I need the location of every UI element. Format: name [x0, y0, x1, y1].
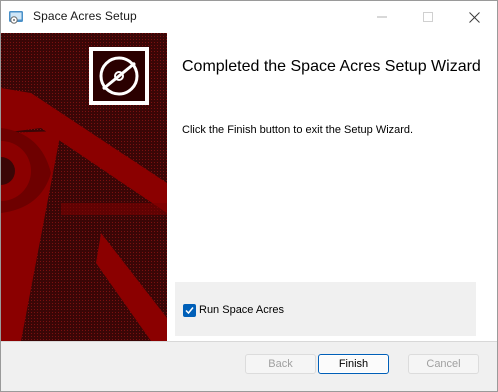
run-app-label[interactable]: Run Space Acres — [199, 304, 284, 316]
page-title: Completed the Space Acres Setup Wizard — [182, 58, 481, 75]
checkmark-icon — [185, 307, 194, 315]
minimize-button[interactable] — [359, 1, 405, 33]
title-bar: Space Acres Setup — [1, 1, 497, 33]
maximize-button[interactable] — [405, 1, 451, 33]
finish-button[interactable]: Finish — [318, 354, 389, 374]
options-panel: Run Space Acres — [175, 282, 476, 336]
close-button[interactable] — [451, 1, 497, 33]
back-button[interactable]: Back — [245, 354, 316, 374]
wizard-content: Completed the Space Acres Setup Wizard C… — [1, 33, 497, 341]
setup-window: Space Acres Setup Completed the Space Ac… — [0, 0, 498, 392]
window-title: Space Acres Setup — [33, 9, 137, 23]
maximize-icon — [423, 12, 433, 22]
instruction-text: Click the Finish button to exit the Setu… — [182, 124, 414, 136]
cancel-button[interactable]: Cancel — [408, 354, 479, 374]
wizard-banner — [1, 33, 167, 341]
installer-app-icon — [9, 11, 23, 24]
footer-divider — [1, 341, 497, 342]
banner-artwork — [1, 33, 167, 341]
run-app-checkbox[interactable] — [183, 304, 196, 317]
close-icon — [468, 11, 480, 23]
minimize-icon — [377, 16, 387, 18]
